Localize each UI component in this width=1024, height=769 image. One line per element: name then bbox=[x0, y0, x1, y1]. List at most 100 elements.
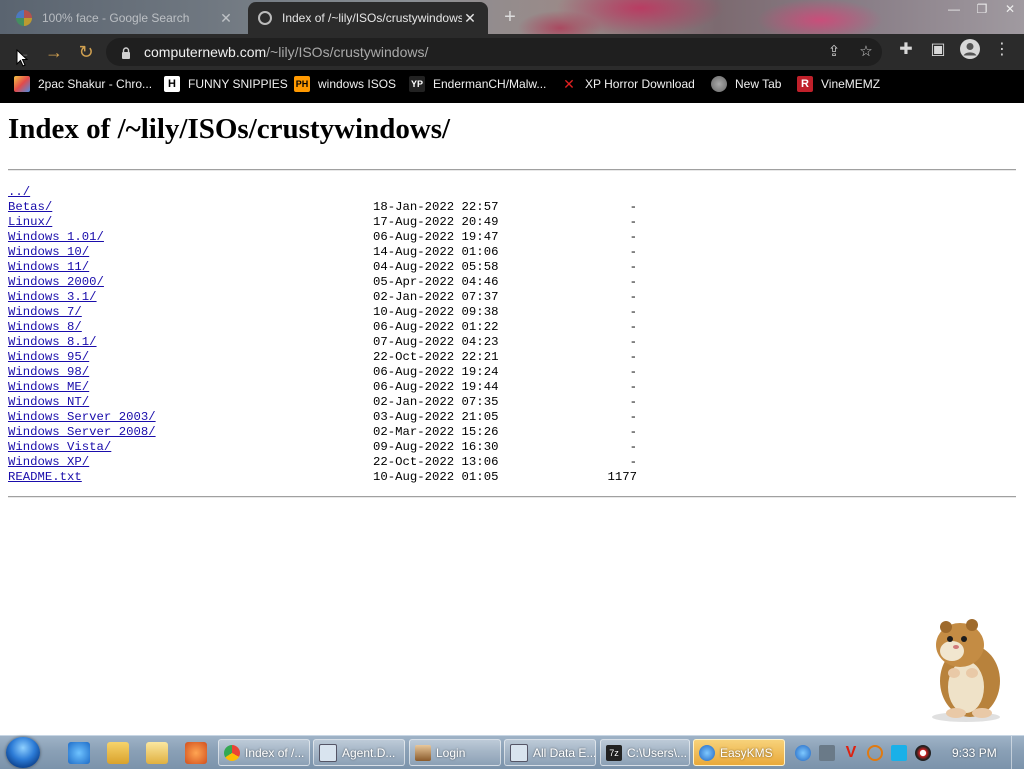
tab-google-search[interactable]: 100% face - Google Search ✕ bbox=[6, 2, 244, 34]
entry-date: 14-Aug-2022 01:06 bbox=[373, 245, 499, 259]
kms-tray-icon[interactable] bbox=[795, 745, 811, 761]
tab-index-of[interactable]: Index of /~lily/ISOs/crustywindows/ ✕ bbox=[248, 2, 488, 34]
task-login[interactable]: Login bbox=[409, 739, 501, 766]
entry-date: 07-Aug-2022 04:23 bbox=[373, 335, 499, 349]
task-label: Login bbox=[436, 745, 466, 760]
media-center-icon[interactable] bbox=[185, 742, 207, 764]
entry-link[interactable]: Windows NT/ bbox=[8, 395, 89, 410]
task-label: Agent.D... bbox=[342, 745, 396, 760]
entry-link[interactable]: Windows Server 2003/ bbox=[8, 410, 156, 425]
entry-link[interactable]: README.txt bbox=[8, 470, 82, 485]
reload-button[interactable]: ↻ bbox=[74, 41, 98, 63]
close-window-icon[interactable]: ✕ bbox=[996, 0, 1024, 18]
divider bbox=[8, 169, 1016, 171]
restore-icon[interactable]: ❐ bbox=[968, 0, 996, 18]
entry-date: 06-Aug-2022 19:44 bbox=[373, 380, 499, 394]
user-icon bbox=[415, 744, 431, 761]
entry-link[interactable]: Betas/ bbox=[8, 200, 52, 215]
entry-size: - bbox=[629, 395, 637, 409]
entry-link[interactable]: Windows 10/ bbox=[8, 245, 89, 260]
parent-directory-link[interactable]: ../ bbox=[8, 185, 30, 200]
address-bar[interactable]: computernewb.com/~lily/ISOs/crustywindow… bbox=[106, 38, 882, 66]
entry-size: - bbox=[629, 230, 637, 244]
task-easykms[interactable]: EasyKMS bbox=[693, 739, 785, 766]
side-panel-icon[interactable]: ▣ bbox=[926, 38, 950, 62]
menu-kebab-icon[interactable]: ⋮ bbox=[990, 38, 1014, 62]
task-7zip[interactable]: 7z C:\Users\... bbox=[600, 739, 690, 766]
star-icon[interactable]: ☆ bbox=[856, 42, 876, 62]
entry-link[interactable]: Windows 2000/ bbox=[8, 275, 104, 290]
task-agent[interactable]: Agent.D... bbox=[313, 739, 405, 766]
entry-size: - bbox=[629, 260, 637, 274]
entry-date: 22-Oct-2022 13:06 bbox=[373, 455, 499, 469]
entry-link[interactable]: Windows Vista/ bbox=[8, 440, 111, 455]
entry-size: - bbox=[629, 350, 637, 364]
entry-link[interactable]: Linux/ bbox=[8, 215, 52, 230]
entry-size: - bbox=[629, 440, 637, 454]
clock[interactable]: 9:33 PM bbox=[952, 746, 997, 760]
entry-date: 02-Mar-2022 15:26 bbox=[373, 425, 499, 439]
entry-size: - bbox=[629, 215, 637, 229]
bookmark-windows-isos[interactable]: PH windows ISOS bbox=[294, 75, 396, 93]
entry-date: 03-Aug-2022 21:05 bbox=[373, 410, 499, 424]
close-tab-icon[interactable]: ✕ bbox=[218, 10, 234, 27]
close-tab-icon[interactable]: ✕ bbox=[462, 10, 478, 27]
tab-strip: 100% face - Google Search ✕ Index of /~l… bbox=[0, 0, 1024, 34]
media-player-icon[interactable] bbox=[146, 742, 168, 764]
paint-icon bbox=[14, 76, 30, 92]
entry-size: - bbox=[629, 410, 637, 424]
profile-avatar-icon[interactable] bbox=[958, 38, 982, 62]
entry-size: - bbox=[629, 320, 637, 334]
new-tab-button[interactable]: + bbox=[500, 7, 520, 27]
entry-link[interactable]: Windows 7/ bbox=[8, 305, 82, 320]
entry-link[interactable]: Windows 3.1/ bbox=[8, 290, 97, 305]
entry-link[interactable]: Windows ME/ bbox=[8, 380, 89, 395]
minimize-icon[interactable]: — bbox=[940, 0, 968, 18]
share-icon[interactable]: ⇪ bbox=[824, 42, 844, 62]
entry-size: - bbox=[629, 365, 637, 379]
entry-link[interactable]: Windows 8.1/ bbox=[8, 335, 97, 350]
entry-date: 06-Aug-2022 19:24 bbox=[373, 365, 499, 379]
window-controls: — ❐ ✕ bbox=[940, 0, 1024, 20]
url-path: /~lily/ISOs/crustywindows/ bbox=[266, 44, 429, 60]
entry-date: 04-Aug-2022 05:58 bbox=[373, 260, 499, 274]
bookmark-2pac[interactable]: 2pac Shakur - Chro... bbox=[14, 75, 152, 93]
bookmark-label: FUNNY SNIPPIES bbox=[188, 77, 288, 91]
settings-tray-icon[interactable] bbox=[819, 745, 835, 761]
entry-date: 02-Jan-2022 07:37 bbox=[373, 290, 499, 304]
extensions-icon[interactable]: ✚ bbox=[894, 38, 918, 62]
task-all-data[interactable]: All Data E... bbox=[504, 739, 596, 766]
entry-date: 02-Jan-2022 07:35 bbox=[373, 395, 499, 409]
entry-link[interactable]: Windows XP/ bbox=[8, 455, 89, 470]
entry-date: 06-Aug-2022 19:47 bbox=[373, 230, 499, 244]
taskbar: Index of /... Agent.D... Login All Data … bbox=[0, 735, 1024, 769]
task-chrome[interactable]: Index of /... bbox=[218, 739, 310, 766]
v-tray-icon[interactable]: V bbox=[843, 745, 859, 761]
forward-button[interactable]: → bbox=[42, 41, 66, 63]
entry-date: 17-Aug-2022 20:49 bbox=[373, 215, 499, 229]
bookmark-xp-horror[interactable]: ✕ XP Horror Download bbox=[561, 75, 695, 93]
record-tray-icon[interactable] bbox=[915, 745, 931, 761]
bookmark-endermanch[interactable]: YP EndermanCH/Malw... bbox=[409, 75, 546, 93]
file-explorer-icon[interactable] bbox=[107, 742, 129, 764]
search-tray-icon[interactable] bbox=[867, 745, 883, 761]
entry-size: - bbox=[629, 335, 637, 349]
entry-size: - bbox=[629, 425, 637, 439]
entry-link[interactable]: Windows 95/ bbox=[8, 350, 89, 365]
entry-link[interactable]: Windows 98/ bbox=[8, 365, 89, 380]
monitor-tray-icon[interactable] bbox=[891, 745, 907, 761]
chrome-icon bbox=[224, 744, 240, 761]
show-desktop-button[interactable] bbox=[1011, 736, 1024, 769]
entry-link[interactable]: Windows 11/ bbox=[8, 260, 89, 275]
internet-explorer-icon[interactable] bbox=[68, 742, 90, 764]
start-button[interactable] bbox=[6, 737, 40, 768]
entry-link[interactable]: Windows 1.01/ bbox=[8, 230, 104, 245]
h-icon: H bbox=[164, 76, 180, 92]
bookmark-funny-snippies[interactable]: H FUNNY SNIPPIES bbox=[164, 75, 288, 93]
bookmark-label: windows ISOS bbox=[318, 77, 397, 91]
bookmark-new-tab[interactable]: New Tab bbox=[711, 75, 781, 93]
entry-link[interactable]: Windows Server 2008/ bbox=[8, 425, 156, 440]
bookmarks-bar: 2pac Shakur - Chro... H FUNNY SNIPPIES P… bbox=[0, 70, 1024, 98]
bookmark-vinememz[interactable]: R VineMEMZ bbox=[797, 75, 880, 93]
entry-link[interactable]: Windows 8/ bbox=[8, 320, 82, 335]
